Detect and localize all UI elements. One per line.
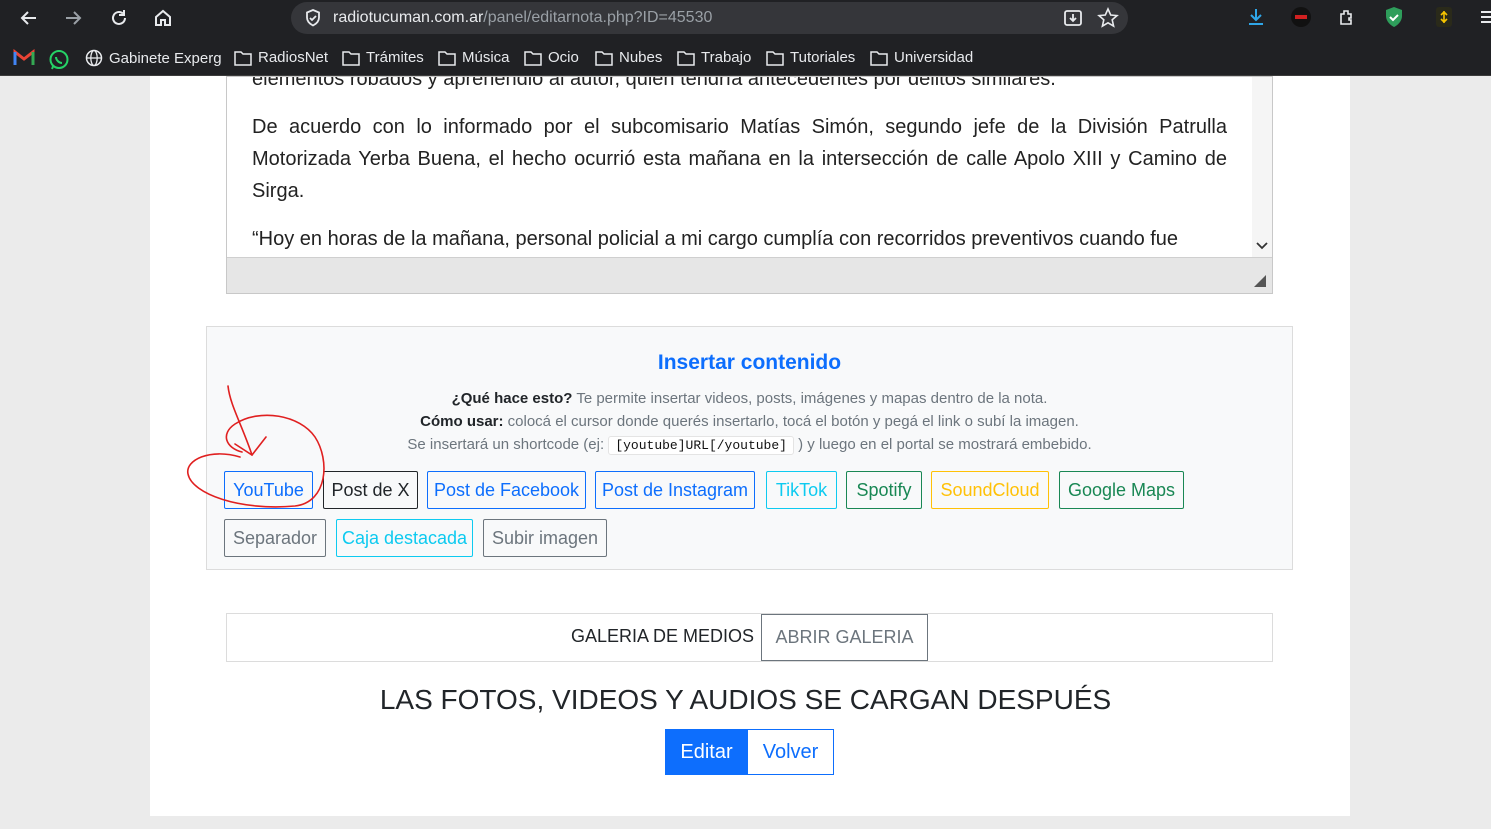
folder-icon <box>524 50 542 66</box>
whatsapp-icon[interactable] <box>48 49 76 71</box>
editor-content[interactable]: elementos robados y aprehendió al autor,… <box>252 76 1227 271</box>
menu-icon[interactable] <box>1474 5 1491 29</box>
home-icon[interactable] <box>148 4 178 32</box>
insert-highlight-box-button[interactable]: Caja destacada <box>336 519 473 557</box>
gmail-icon[interactable] <box>13 49 41 67</box>
editor-paragraph: De acuerdo con lo informado por el subco… <box>252 116 1227 202</box>
shortcode-after: ) y luego en el portal se mostrará embeb… <box>793 436 1092 453</box>
folder-icon <box>870 50 888 66</box>
bookmark-label: Trámites <box>366 49 424 66</box>
insert-how-text: colocá el cursor donde querés insertarlo… <box>503 413 1079 430</box>
install-app-icon[interactable] <box>1062 7 1084 34</box>
insert-soundcloud-button[interactable]: SoundCloud <box>931 471 1049 509</box>
address-bar[interactable]: radiotucuman.com.ar/panel/editarnota.php… <box>291 2 1128 34</box>
bookmark-universidad[interactable]: Universidad <box>870 49 973 66</box>
folder-icon <box>342 50 360 66</box>
bookmarks-bar: Gabinete Experg RadiosNet Trámites Músic… <box>0 40 1491 76</box>
article-editor[interactable]: elementos robados y aprehendió al autor,… <box>226 76 1273 294</box>
gallery-label: GALERIA DE MEDIOS <box>571 626 755 646</box>
upload-notice: LAS FOTOS, VIDEOS Y AUDIOS SE CARGAN DES… <box>379 684 1112 715</box>
extension-key-icon[interactable] <box>1432 5 1456 29</box>
extensions-puzzle-icon[interactable] <box>1335 5 1359 29</box>
bookmark-ocio[interactable]: Ocio <box>524 49 579 66</box>
url-host: radiotucuman.com.ar <box>333 9 484 26</box>
insert-how-label: Cómo usar: <box>420 413 504 430</box>
bookmark-radiosnet[interactable]: RadiosNet <box>234 49 328 66</box>
chevron-down-icon[interactable] <box>1252 235 1272 255</box>
extension-shield-icon[interactable] <box>1382 5 1406 29</box>
editor-paragraph: “Hoy en horas de la mañana, personal pol… <box>252 228 1179 250</box>
insert-what-text: Te permite insertar videos, posts, imáge… <box>572 390 1048 407</box>
bookmark-gabinete[interactable]: Gabinete Experg <box>85 49 222 67</box>
insert-youtube-button[interactable]: YouTube <box>224 471 313 509</box>
insert-title: Insertar contenido <box>657 351 842 374</box>
shortcode-before: Se insertará un shortcode (ej: <box>407 436 609 453</box>
insert-how-line: Cómo usar: colocá el cursor donde querés… <box>207 413 1292 430</box>
editor-paragraph: elementos robados y aprehendió al autor,… <box>252 76 1056 90</box>
insert-what-line: ¿Qué hace esto? Te permite insertar vide… <box>207 390 1292 407</box>
bookmark-label: Ocio <box>548 49 579 66</box>
back-arrow-icon[interactable] <box>14 4 44 32</box>
upload-image-button[interactable]: Subir imagen <box>483 519 607 557</box>
insert-tiktok-button[interactable]: TikTok <box>766 471 837 509</box>
open-gallery-button[interactable]: ABRIR GALERIA <box>761 614 928 661</box>
folder-icon <box>234 50 252 66</box>
edit-button[interactable]: Editar <box>665 729 748 775</box>
insert-facebook-button[interactable]: Post de Facebook <box>427 471 586 509</box>
bookmark-label: Tutoriales <box>790 49 856 66</box>
bookmark-star-icon[interactable] <box>1097 7 1119 34</box>
bookmark-nubes[interactable]: Nubes <box>595 49 662 66</box>
folder-icon <box>766 50 784 66</box>
insert-x-button[interactable]: Post de X <box>323 471 418 509</box>
insert-instagram-button[interactable]: Post de Instagram <box>595 471 755 509</box>
browser-toolbar: radiotucuman.com.ar/panel/editarnota.php… <box>0 0 1491 40</box>
bookmark-trabajo[interactable]: Trabajo <box>677 49 751 66</box>
bookmark-label: Música <box>462 49 510 66</box>
forward-arrow-icon[interactable] <box>58 4 88 32</box>
folder-icon <box>595 50 613 66</box>
shortcode-example: [youtube]URL[/youtube] <box>608 436 794 455</box>
url-text: radiotucuman.com.ar/panel/editarnota.php… <box>333 9 712 27</box>
bookmark-label: Universidad <box>894 49 974 66</box>
bookmark-musica[interactable]: Música <box>438 49 510 66</box>
insert-what-label: ¿Qué hace esto? <box>451 390 573 407</box>
editor-scrollbar[interactable] <box>1252 77 1272 259</box>
back-button[interactable]: Volver <box>747 729 834 775</box>
insert-separator-button[interactable]: Separador <box>224 519 326 557</box>
downloads-icon[interactable] <box>1244 5 1268 29</box>
insert-maps-button[interactable]: Google Maps <box>1059 471 1184 509</box>
bookmark-tramites[interactable]: Trámites <box>342 49 424 66</box>
bookmark-label: Nubes <box>619 49 663 66</box>
folder-icon <box>677 50 695 66</box>
url-path: /panel/editarnota.php?ID=45530 <box>483 9 713 26</box>
bookmark-tutoriales[interactable]: Tutoriales <box>766 49 855 66</box>
extension-radio-icon[interactable] <box>1289 5 1313 29</box>
media-gallery-box: GALERIA DE MEDIOS ABRIR GALERIA <box>226 613 1273 662</box>
folder-icon <box>438 50 456 66</box>
site-info-icon[interactable] <box>303 8 323 33</box>
reload-icon[interactable] <box>104 4 134 32</box>
globe-icon <box>85 49 103 67</box>
resize-handle-icon[interactable] <box>1254 275 1266 287</box>
insert-shortcode-line: Se insertará un shortcode (ej: [youtube]… <box>207 436 1292 455</box>
insert-spotify-button[interactable]: Spotify <box>846 471 922 509</box>
bookmark-label: Trabajo <box>701 49 752 66</box>
editor-statusbar <box>227 257 1272 293</box>
bookmark-label: Gabinete Experg <box>109 49 222 67</box>
bookmark-label: RadiosNet <box>258 49 329 66</box>
